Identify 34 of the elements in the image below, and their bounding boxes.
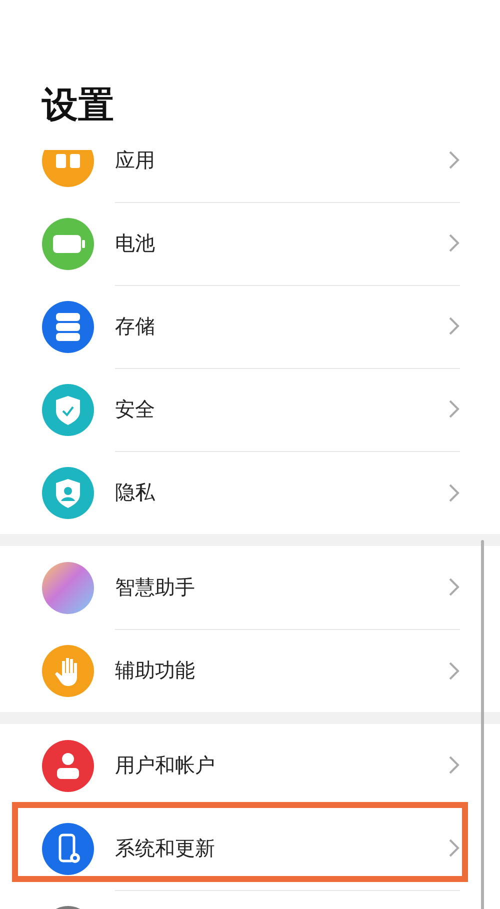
privacy-shield-icon [42, 466, 94, 518]
chevron-icon [448, 316, 460, 336]
chevron-icon [448, 838, 460, 858]
chevron-icon [448, 577, 460, 597]
chevron-icon [448, 399, 460, 419]
assistant-icon [42, 562, 94, 614]
settings-item[interactable]: 隐私 [0, 451, 500, 534]
page-title: 设置 [42, 84, 114, 128]
item-label: 智慧助手 [115, 574, 196, 600]
item-label: 安全 [115, 396, 156, 422]
item-label: 用户和帐户 [115, 752, 216, 778]
settings-item[interactable]: 存储 [0, 285, 500, 368]
chevron-icon [448, 482, 460, 502]
chevron-icon [448, 755, 460, 775]
item-label: 电池 [115, 230, 156, 256]
settings-item[interactable]: 用户和帐户 [0, 724, 500, 807]
settings-item[interactable]: 电池 [0, 202, 500, 285]
chevron-icon [448, 150, 460, 170]
hand-icon [42, 644, 94, 696]
settings-item[interactable]: 智慧助手 [0, 546, 500, 629]
item-label: 存储 [115, 312, 156, 340]
settings-item[interactable]: 辅助功能 [0, 629, 500, 712]
shield-icon [42, 384, 94, 436]
battery-icon [42, 218, 94, 270]
settings-item[interactable]: 系统和更新 [0, 807, 500, 890]
chevron-icon [448, 660, 460, 680]
settings-item[interactable]: 安全 [0, 368, 500, 451]
phone-gear-icon [42, 822, 94, 874]
storage-icon [42, 300, 94, 352]
item-label: 辅助功能 [115, 657, 196, 684]
user-icon [42, 740, 94, 792]
item-label: 系统和更新 [115, 834, 216, 862]
item-label: 隐私 [115, 479, 156, 506]
chevron-icon [448, 233, 460, 253]
